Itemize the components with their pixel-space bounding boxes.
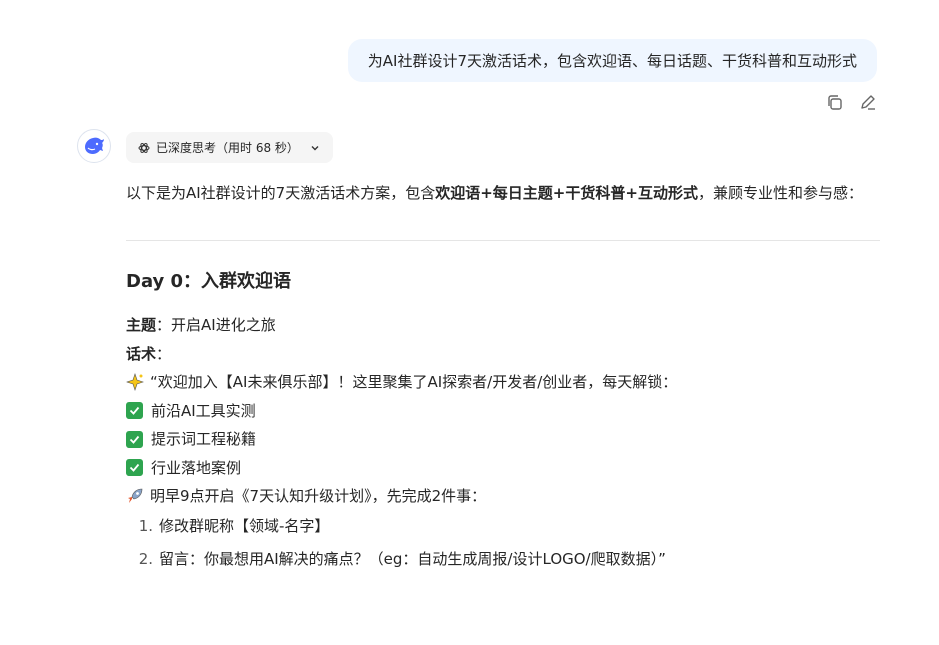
day0-heading: Day 0：入群欢迎语 <box>126 271 292 292</box>
assistant-answer: 以下是为AI社群设计的7天激活话术方案，包含欢迎语+每日主题+干货科普+互动形式… <box>126 180 886 583</box>
message-actions <box>824 92 878 112</box>
deep-think-toggle[interactable]: 已深度思考（用时 68 秒） <box>126 132 333 163</box>
rocket-icon <box>126 487 144 505</box>
theme-line: 主题 ：开启AI进化之旅 <box>126 316 276 334</box>
user-message-bubble: 为AI社群设计7天激活话术，包含欢迎语、每日话题、干货科普和互动形式 <box>347 39 877 82</box>
step-list: 1. 修改群昵称【领域-名字】 2. 留言：你最想用AI解决的痛点？（eg：自动… <box>126 517 886 568</box>
section-divider <box>126 240 880 241</box>
answer-intro: 以下是为AI社群设计的7天激活话术方案，包含欢迎语+每日主题+干货科普+互动形式… <box>126 184 863 202</box>
sparkle-icon <box>126 373 144 392</box>
check-mark-icon <box>126 459 143 477</box>
chevron-down-icon <box>311 145 319 150</box>
check-mark-icon <box>126 430 143 448</box>
intro-highlight: 欢迎语+每日主题+干货科普+互动形式 <box>435 184 698 202</box>
whale-logo-icon <box>85 137 104 154</box>
plan-line: 明早9点开启《7天认知升级计划》，先完成2件事： <box>126 482 886 511</box>
list-item: 2. 留言：你最想用AI解决的痛点？（eg：自动生成周报/设计LOGO/爬取数据… <box>138 549 666 568</box>
user-message-text: 为AI社群设计7天激活话术，包含欢迎语、每日话题、干货科普和互动形式 <box>367 52 857 70</box>
benefit-item: 行业落地案例 <box>126 454 886 483</box>
assistant-avatar <box>77 129 111 163</box>
benefit-item: 提示词工程秘籍 <box>126 425 886 454</box>
copy-icon[interactable] <box>824 92 844 112</box>
benefit-item: 前沿AI工具实测 <box>126 397 886 426</box>
check-mark-icon <box>126 402 143 420</box>
edit-icon[interactable] <box>858 92 878 112</box>
atom-icon <box>138 142 150 153</box>
deep-think-label: 已深度思考（用时 68 秒） <box>156 141 299 155</box>
script-label-line: 话术： <box>126 344 172 363</box>
list-item: 1. 修改群昵称【领域-名字】 <box>138 516 330 535</box>
welcome-line: “欢迎加入【AI未来俱乐部】！这里聚集了AI探索者/开发者/创业者，每天解锁： <box>126 368 886 397</box>
